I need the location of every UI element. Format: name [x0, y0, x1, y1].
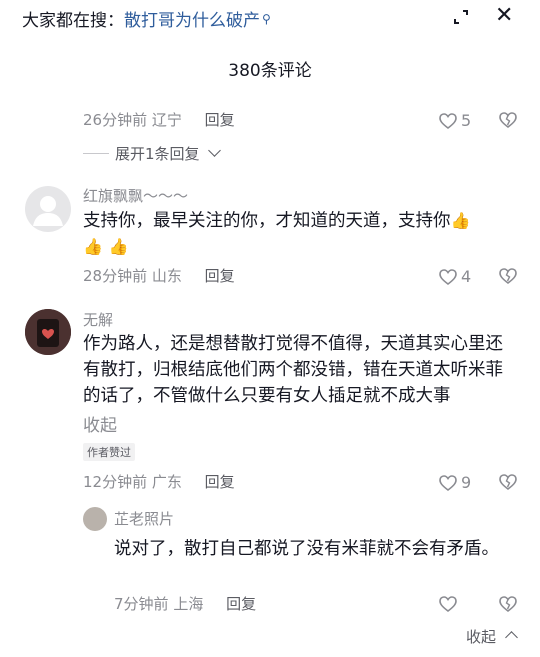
avatar[interactable]: [25, 309, 71, 355]
comment-nickname[interactable]: 无解: [83, 309, 113, 330]
search-icon: ⚲: [262, 12, 271, 26]
comment-meta: 12分钟前 广东 回复: [83, 471, 235, 492]
reply-avatar[interactable]: [83, 507, 107, 531]
expand-icon[interactable]: [452, 8, 470, 26]
reply-button[interactable]: 回复: [205, 473, 235, 491]
comment-text: 作为路人，还是想替散打觉得不值得，天道其实心里还有散打，归根结底他们两个都没错，…: [83, 334, 503, 406]
reply-button[interactable]: 回复: [205, 267, 235, 285]
broken-heart-icon: [499, 268, 517, 285]
comment-meta: 26分钟前 辽宁 回复: [83, 109, 235, 130]
avatar-image: [25, 309, 71, 355]
like-count: 4: [461, 267, 472, 286]
reply-button[interactable]: 回复: [205, 111, 235, 129]
heart-icon: [439, 474, 457, 491]
thumbs-up-emoji: 👍: [83, 237, 103, 256]
collapse-label: 收起: [466, 628, 497, 646]
reply-time: 7分钟前: [114, 595, 169, 613]
comment-count-title: 380条评论: [228, 61, 312, 81]
reply-button[interactable]: 回复: [226, 595, 256, 613]
broken-heart-icon: [499, 596, 517, 613]
comment-time: 12分钟前: [83, 473, 148, 491]
chevron-down-icon: [208, 144, 222, 157]
reply-text: 说对了，散打自己都说了没有米菲就不会有矛盾。: [114, 539, 499, 559]
thumbs-up-emoji: 👍: [108, 237, 129, 256]
expand-replies-label: 展开1条回复: [115, 145, 200, 163]
default-avatar-icon: [33, 196, 63, 226]
like-button[interactable]: 9: [438, 473, 471, 492]
fold-text-button[interactable]: 收起: [83, 411, 117, 436]
comment-time: 26分钟前: [83, 111, 148, 129]
broken-heart-icon: [499, 112, 517, 129]
comment-nickname[interactable]: 红旗飘飘～～～: [83, 185, 188, 206]
broken-heart-icon: [499, 474, 517, 491]
reply-location: 上海: [173, 595, 204, 613]
reply-meta: 7分钟前 上海 回复: [114, 593, 256, 614]
thumbs-up-emoji: 👍: [450, 211, 471, 230]
expand-replies-button[interactable]: 展开1条回复: [83, 143, 222, 164]
reply-nickname[interactable]: 芷老照片: [114, 508, 174, 529]
comment-text-content: 支持你，最早关注的你，才知道的天道，支持你: [83, 211, 451, 231]
comment-meta: 28分钟前 山东 回复: [83, 265, 235, 286]
dislike-button[interactable]: [498, 111, 518, 133]
search-prefix: 大家都在搜：: [22, 11, 124, 31]
like-count: 5: [461, 111, 472, 130]
heart-icon: [439, 268, 457, 285]
like-button[interactable]: 5: [438, 111, 471, 130]
comment-time: 28分钟前: [83, 267, 148, 285]
dislike-button[interactable]: [498, 267, 518, 289]
close-icon[interactable]: ✕: [495, 5, 513, 27]
heart-icon: [439, 112, 457, 129]
dislike-button[interactable]: [498, 595, 518, 617]
chevron-up-icon: [504, 631, 518, 644]
heart-icon: [439, 596, 457, 613]
collapse-replies-button[interactable]: 收起: [466, 626, 518, 647]
like-button[interactable]: [438, 595, 461, 613]
comment-location: 山东: [151, 267, 182, 285]
comment-location: 辽宁: [151, 111, 182, 129]
dislike-button[interactable]: [498, 473, 518, 495]
comment-text: 支持你，最早关注的你，才知道的天道，支持你👍 👍 👍: [83, 208, 513, 260]
avatar[interactable]: [25, 186, 71, 232]
author-liked-badge: 作者赞过: [83, 443, 135, 461]
top-bar: 大家都在搜：散打哥为什么破产 ⚲ ✕: [0, 0, 540, 36]
like-count: 9: [461, 473, 472, 492]
divider-dash: [83, 153, 109, 154]
like-button[interactable]: 4: [438, 267, 471, 286]
comment-location: 广东: [151, 473, 182, 491]
search-query-link[interactable]: 散打哥为什么破产: [124, 11, 260, 31]
search-suggestion[interactable]: 大家都在搜：散打哥为什么破产 ⚲: [22, 6, 271, 31]
